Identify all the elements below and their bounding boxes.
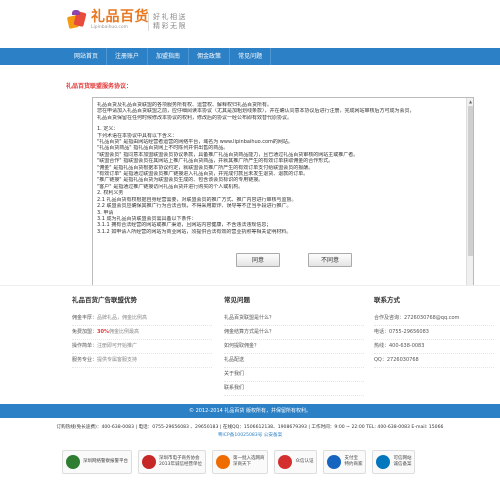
badge-text: 深圳市电子商务协会 2013年诚信经营单位 <box>159 456 202 467</box>
badge-trust-certification[interactable]: 众信认证 <box>274 450 318 474</box>
faq-link[interactable]: 如何提取佣金？ <box>224 340 364 354</box>
page: 礼品百货 Lipinbaihuo.com 好礼相送 精彩无限 网站首页 注册账户… <box>0 0 500 500</box>
badge-text: 深圳网络警察报警平台 <box>83 459 128 464</box>
footer-col-title: 礼品百货广告联盟优势 <box>72 296 137 304</box>
advantage-label: 免费加盟： <box>72 329 98 335</box>
main-nav: 网站首页 注册账户 加盟指南 佣金政策 常见问题 <box>0 48 500 65</box>
advantage-value: 提供专属客服支持 <box>97 357 138 363</box>
agreement-title: 礼品百货联盟服务协议： <box>66 83 133 90</box>
scroll-up-arrow-icon[interactable]: ▲ <box>468 99 473 105</box>
logo-url: Lipinbaihuo.com <box>91 25 128 30</box>
footer-col-title: 联系方式 <box>374 296 400 304</box>
advantage-label: 服务专业： <box>72 357 98 363</box>
slogan-line-2: 精彩无限 <box>153 22 187 30</box>
scroll-thumb[interactable] <box>468 106 473 256</box>
icp-record-link[interactable]: 粤ICP备10025083号 公安备案 <box>0 432 500 439</box>
nav-item-register[interactable]: 注册账户 <box>107 48 149 65</box>
footer-col-advantages: 礼品百货广告联盟优势 佣金丰厚：品牌礼品，佣金比例高 免费加盟：30%佣金比例最… <box>72 294 212 368</box>
nav-items: 网站首页 注册账户 加盟指南 佣金政策 常见问题 <box>66 48 272 65</box>
badge-text: 支付宝 特约商家 <box>344 456 363 467</box>
contact-phone: 电话：0755-29656083 <box>374 326 494 340</box>
footer-col-title: 常见问题 <box>224 296 250 304</box>
logo-text-group: 礼品百货 Lipinbaihuo.com <box>91 9 149 31</box>
merchant-star-icon <box>215 455 230 469</box>
footer-col-faq: 常见问题 礼品百货联盟是什么？ 佣金结算方式是什么？ 如何提取佣金？ 礼品配送 … <box>224 294 364 396</box>
advantage-label: 佣金丰厚： <box>72 315 98 321</box>
badge-trusted-site[interactable]: 可信网站 诚信备案 <box>372 450 416 474</box>
contact-email: 合作及咨询：2726030768@qq.com <box>374 312 494 326</box>
alipay-icon <box>327 455 342 469</box>
badge-police[interactable]: 深圳网络警察报警平台 <box>62 450 132 474</box>
faq-link[interactable]: 礼品百货联盟是什么？ <box>224 312 364 326</box>
contact-qq: QQ：2726030768 <box>374 354 494 368</box>
badge-ecommerce-association[interactable]: 深圳市电子商务协会 2013年诚信经营单位 <box>138 450 206 474</box>
disagree-button[interactable]: 不同意 <box>308 253 352 267</box>
site-logo[interactable]: 礼品百货 Lipinbaihuo.com <box>66 10 149 30</box>
faq-link[interactable]: 礼品配送 <box>224 354 364 368</box>
gift-box-icon <box>66 10 88 30</box>
trust-seal-icon <box>278 455 293 469</box>
trust-badges: 深圳网络警察报警平台 深圳市电子商务协会 2013年诚信经营单位 第一批入选网商… <box>62 450 416 474</box>
badge-text: 可信网站 诚信备案 <box>393 456 412 467</box>
advantage-row: 操作简单：注册即可开始推广 <box>72 340 212 354</box>
badge-alipay[interactable]: 支付宝 特约商家 <box>323 450 367 474</box>
agreement-line: 3.1.2 如申请人所经营的网站为商业网站，须提供合法有效的营业执照等相关证明材… <box>97 228 292 235</box>
advantage-value: 品牌礼品，佣金比例高 <box>97 315 148 321</box>
faq-link[interactable]: 联系我们 <box>224 382 364 396</box>
badge-merchant[interactable]: 第一批入选网商 深商天下 <box>211 450 269 474</box>
nav-item-guide[interactable]: 加盟指南 <box>148 48 190 65</box>
logo-title: 礼品百货 <box>91 9 149 25</box>
badge-text: 第一批入选网商 深商天下 <box>232 456 265 467</box>
advantage-row: 免费加盟：30%佣金比例最高 <box>72 326 212 340</box>
copyright-bar: © 2012-2014 礼品百货 版权所有，并保留所有权利。 <box>0 404 500 418</box>
verified-check-icon <box>376 455 391 469</box>
agreement-buttons: 同意 不同意 <box>236 253 352 267</box>
footer-links: 礼品百货广告联盟优势 佣金丰厚：品牌礼品，佣金比例高 免费加盟：30%佣金比例最… <box>0 285 500 400</box>
slogan-line-1: 好礼相送 <box>153 13 187 21</box>
agree-button[interactable]: 同意 <box>236 253 280 267</box>
advantage-row: 佣金丰厚：品牌礼品，佣金比例高 <box>72 312 212 326</box>
advantage-row: 服务专业：提供专属客服支持 <box>72 354 212 368</box>
faq-link[interactable]: 佣金结算方式是什么？ <box>224 326 364 340</box>
advantage-value: 佣金比例最高 <box>108 329 139 335</box>
police-shield-icon <box>66 455 80 469</box>
contact-lines: 订购热线(免长途费)：400-638-0083 | 电话：0755-296560… <box>0 424 500 439</box>
nav-item-home[interactable]: 网站首页 <box>66 48 108 65</box>
agreement-section: 礼品百货联盟服务协议： 礼品百货及礼品百货联盟的各项服务所有权、运营权、解释权归… <box>66 75 500 322</box>
contact-hotline: 热线：400-638-0083 <box>374 340 494 354</box>
site-header: 礼品百货 Lipinbaihuo.com 好礼相送 精彩无限 <box>0 0 500 44</box>
association-seal-icon <box>142 455 156 469</box>
slogan: 好礼相送 精彩无限 <box>148 13 187 31</box>
footer-col-contact: 联系方式 合作及咨询：2726030768@qq.com 电话：0755-296… <box>374 294 494 368</box>
faq-link[interactable]: 关于我们 <box>224 368 364 382</box>
badge-text: 众信认证 <box>295 459 314 464</box>
advantage-highlight: 30% <box>97 329 109 335</box>
agreement-line: 您在申请加入礼品百货联盟之前，应仔细阅读本协议（尤其是加粗划线条款），并在确认同… <box>97 108 415 115</box>
advantage-value: 注册即可开始推广 <box>97 343 138 349</box>
nav-item-faq[interactable]: 常见问题 <box>230 48 272 65</box>
contact-info-line: 订购热线(免长途费)：400-638-0083 | 电话：0755-296560… <box>56 425 444 430</box>
nav-item-commission[interactable]: 佣金政策 <box>189 48 231 65</box>
advantage-label: 操作简单： <box>72 343 98 349</box>
